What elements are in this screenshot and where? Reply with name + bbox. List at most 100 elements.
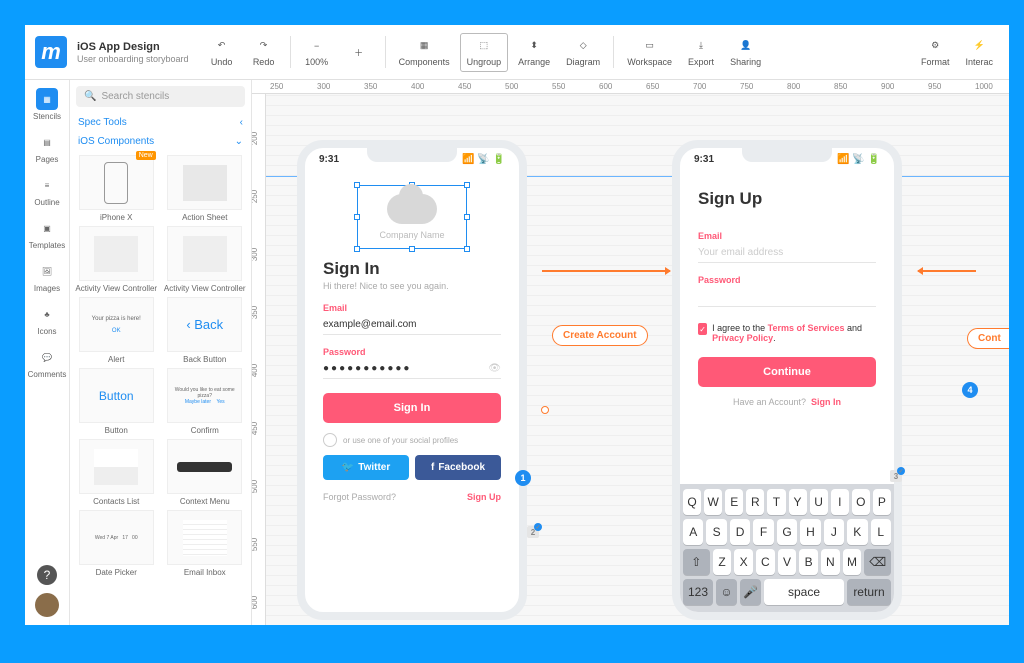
- key-r[interactable]: R: [746, 489, 764, 515]
- key-v[interactable]: V: [778, 549, 797, 575]
- key-w[interactable]: W: [704, 489, 722, 515]
- redo-button[interactable]: ↷Redo: [245, 34, 283, 71]
- key-h[interactable]: H: [800, 519, 820, 545]
- diagram-button[interactable]: ◇Diagram: [560, 34, 606, 71]
- forgot-link[interactable]: Forgot Password?: [323, 492, 396, 502]
- numbers-key[interactable]: 123: [683, 579, 713, 605]
- stencil-activity-2[interactable]: Activity View Controller: [163, 226, 248, 293]
- rail-comments[interactable]: 💬Comments: [28, 346, 67, 379]
- eye-icon[interactable]: 👁: [488, 363, 501, 374]
- rail-outline[interactable]: ≡Outline: [34, 174, 59, 207]
- workspace-button[interactable]: ▭Workspace: [621, 34, 678, 71]
- continue-button[interactable]: Continue: [698, 357, 876, 387]
- key-o[interactable]: O: [852, 489, 870, 515]
- key-f[interactable]: F: [753, 519, 773, 545]
- help-button[interactable]: ?: [37, 565, 57, 585]
- rail-pages[interactable]: ▤Pages: [36, 131, 59, 164]
- key-c[interactable]: C: [756, 549, 775, 575]
- backspace-key[interactable]: ⌫: [864, 549, 891, 575]
- marker-1[interactable]: 1: [515, 470, 531, 486]
- zoom-in-button[interactable]: ＋: [340, 40, 378, 64]
- marker-2[interactable]: 2: [527, 526, 539, 538]
- password-field[interactable]: ●●●●●●●●●●●👁: [323, 359, 501, 379]
- mockup-sign-up[interactable]: 9:31📶 📡 🔋 Sign Up Email Your email addre…: [672, 140, 902, 620]
- key-d[interactable]: D: [730, 519, 750, 545]
- twitter-button[interactable]: 🐦Twitter: [323, 455, 409, 480]
- key-k[interactable]: K: [847, 519, 867, 545]
- ungroup-button[interactable]: ⬚Ungroup: [460, 33, 509, 72]
- sharing-button[interactable]: 👤Sharing: [724, 34, 767, 71]
- stencil-back[interactable]: ‹ BackBack Button: [163, 297, 248, 364]
- stencil-button[interactable]: ButtonButton: [74, 368, 159, 435]
- return-key[interactable]: return: [847, 579, 891, 605]
- key-e[interactable]: E: [725, 489, 743, 515]
- shift-key[interactable]: ⇧: [683, 549, 710, 575]
- flow-arrow-2[interactable]: [918, 270, 976, 272]
- key-i[interactable]: I: [831, 489, 849, 515]
- key-g[interactable]: G: [777, 519, 797, 545]
- doc-title[interactable]: iOS App Design: [77, 41, 189, 53]
- email-field[interactable]: Your email address: [698, 243, 876, 263]
- key-z[interactable]: Z: [713, 549, 732, 575]
- key-t[interactable]: T: [767, 489, 785, 515]
- key-u[interactable]: U: [810, 489, 828, 515]
- flow-arrow[interactable]: [542, 270, 670, 272]
- email-field[interactable]: example@email.com: [323, 315, 501, 335]
- selected-element[interactable]: Company Name: [357, 185, 467, 249]
- stencil-header-spec[interactable]: Spec Tools‹: [70, 113, 251, 132]
- key-j[interactable]: J: [824, 519, 844, 545]
- sign-in-button[interactable]: Sign In: [323, 393, 501, 423]
- privacy-link[interactable]: Privacy Policy: [712, 333, 773, 343]
- stencil-datepicker[interactable]: Wed 7 Apr 17 00Date Picker: [74, 510, 159, 577]
- key-n[interactable]: N: [821, 549, 840, 575]
- stencil-action-sheet[interactable]: Action Sheet: [163, 155, 248, 222]
- format-button[interactable]: ⚙Format: [915, 34, 956, 71]
- key-p[interactable]: P: [873, 489, 891, 515]
- key-m[interactable]: M: [843, 549, 862, 575]
- app-logo[interactable]: m: [35, 36, 67, 68]
- key-q[interactable]: Q: [683, 489, 701, 515]
- key-a[interactable]: A: [683, 519, 703, 545]
- rail-templates[interactable]: ▣Templates: [29, 217, 65, 250]
- facebook-button[interactable]: fFacebook: [415, 455, 501, 480]
- canvas[interactable]: 2503003504004505005506006507007508008509…: [252, 80, 1009, 625]
- key-l[interactable]: L: [871, 519, 891, 545]
- components-button[interactable]: ▦Components: [393, 34, 456, 71]
- signup-link[interactable]: Sign Up: [467, 492, 501, 502]
- tos-link[interactable]: Terms of Services: [768, 323, 845, 333]
- key-x[interactable]: X: [734, 549, 753, 575]
- user-avatar[interactable]: [35, 593, 59, 617]
- zoom-out-button[interactable]: −100%: [298, 34, 336, 71]
- emoji-key[interactable]: ☺: [716, 579, 737, 605]
- agree-checkbox[interactable]: ✓ I agree to the Terms of Services and P…: [698, 323, 876, 343]
- password-field[interactable]: [698, 287, 876, 307]
- stencil-header-ios[interactable]: iOS Components⌄: [70, 132, 251, 151]
- undo-button[interactable]: ↶Undo: [203, 34, 241, 71]
- interactions-button[interactable]: ⚡Interac: [959, 34, 999, 71]
- key-s[interactable]: S: [706, 519, 726, 545]
- stencil-alert[interactable]: Your pizza is here!OKAlert: [74, 297, 159, 364]
- stencil-activity-1[interactable]: Activity View Controller: [74, 226, 159, 293]
- signin-link[interactable]: Sign In: [811, 397, 841, 407]
- rail-images[interactable]: 🖼Images: [34, 260, 60, 293]
- search-input[interactable]: 🔍Search stencils: [76, 86, 245, 107]
- rail-icons[interactable]: ♣Icons: [36, 303, 58, 336]
- space-key[interactable]: space: [764, 579, 844, 605]
- stencil-iphone-x[interactable]: NewiPhone X: [74, 155, 159, 222]
- mockup-sign-in[interactable]: 9:31📶 📡 🔋 Company Name Sign In Hi there!…: [297, 140, 527, 620]
- stencil-confirm[interactable]: Would you like to eat somepizza?Maybe la…: [163, 368, 248, 435]
- marker-3[interactable]: 3: [890, 470, 902, 482]
- key-y[interactable]: Y: [789, 489, 807, 515]
- flow-create-account[interactable]: Create Account: [552, 325, 648, 346]
- flow-origin-icon[interactable]: [541, 406, 549, 414]
- marker-4[interactable]: 4: [962, 382, 978, 398]
- rail-stencils[interactable]: ▦Stencils: [33, 88, 61, 121]
- stencil-contacts[interactable]: Contacts List: [74, 439, 159, 506]
- arrange-button[interactable]: ⬍Arrange: [512, 34, 556, 71]
- export-button[interactable]: ⤓Export: [682, 34, 720, 71]
- mic-key[interactable]: 🎤: [740, 579, 761, 605]
- stencil-inbox[interactable]: Email Inbox: [163, 510, 248, 577]
- key-b[interactable]: B: [799, 549, 818, 575]
- stencil-context[interactable]: Context Menu: [163, 439, 248, 506]
- flow-continue[interactable]: Cont: [967, 328, 1009, 349]
